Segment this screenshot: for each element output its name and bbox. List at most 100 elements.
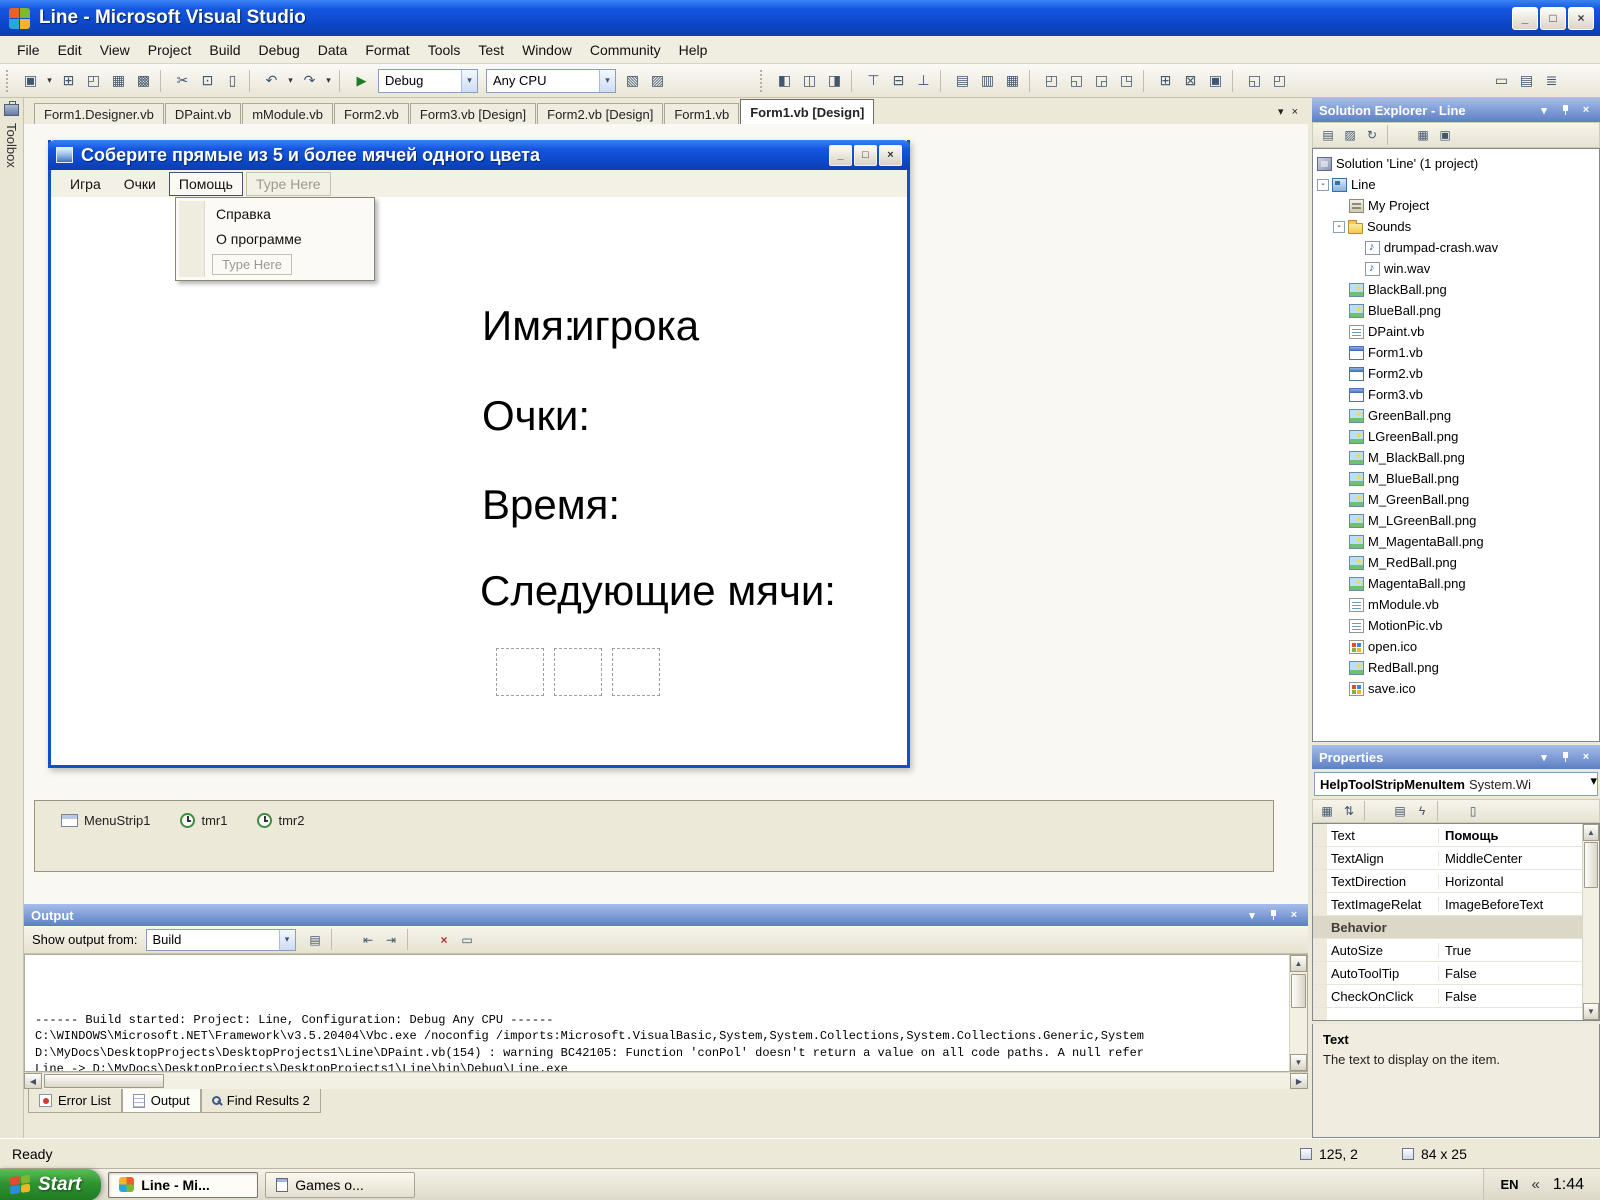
minimize-button[interactable]: _ — [1512, 7, 1538, 30]
menu-item-o-programme[interactable]: О программе — [178, 226, 372, 251]
menu-test[interactable]: Test — [469, 37, 513, 63]
align-centers-icon[interactable]: ◫ — [797, 68, 822, 93]
save-icon[interactable]: ▦ — [106, 68, 131, 93]
menu-project[interactable]: Project — [139, 37, 201, 63]
tray-tmr1[interactable]: tmr1 — [180, 813, 227, 828]
tree-item-win-wav[interactable]: win.wav — [1313, 258, 1599, 279]
picturebox-2[interactable] — [554, 648, 602, 696]
property-row-autosize[interactable]: AutoSizeTrue — [1313, 939, 1582, 962]
tray-collapse-icon[interactable]: « — [1532, 1176, 1540, 1193]
tree-item-drumpad-crash-wav[interactable]: drumpad-crash.wav — [1313, 237, 1599, 258]
tree-item-dpaint-vb[interactable]: DPaint.vb — [1313, 321, 1599, 342]
cut-icon[interactable]: ✂ — [170, 68, 195, 93]
label-imya[interactable]: Имя: — [482, 305, 575, 347]
align-lefts-icon[interactable]: ◧ — [772, 68, 797, 93]
undock-icon[interactable]: ▭ — [1489, 68, 1514, 93]
taskbar-task-line[interactable]: Line - Mi... — [108, 1172, 258, 1198]
full-screen-icon[interactable]: ≣ — [1539, 68, 1564, 93]
form-menu-type-here[interactable]: Type Here — [246, 172, 331, 196]
property-row-textimagerelation[interactable]: TextImageRelatImageBeforeText — [1313, 893, 1582, 916]
copy-icon[interactable]: ⊡ — [195, 68, 220, 93]
tree-item-magentaball-png[interactable]: MagentaBall.png — [1313, 573, 1599, 594]
open-file-icon[interactable]: ◰ — [81, 68, 106, 93]
tree-item-form3-vb[interactable]: Form3.vb — [1313, 384, 1599, 405]
picturebox-3[interactable] — [612, 648, 660, 696]
properties-scrollbar[interactable]: ▲ ▼ — [1582, 824, 1599, 1020]
undo-icon[interactable]: ↶ — [259, 68, 284, 93]
tree-item-m-blueball-png[interactable]: M_BlueBall.png — [1313, 468, 1599, 489]
tray-menustrip1[interactable]: MenuStrip1 — [61, 813, 150, 828]
property-row-textalign[interactable]: TextAlignMiddleCenter — [1313, 847, 1582, 870]
label-igroka[interactable]: игрока — [571, 305, 699, 347]
properties-icon[interactable]: ▤ — [1389, 801, 1411, 821]
tab-find-results-2[interactable]: Find Results 2 — [201, 1089, 321, 1113]
align-tops-icon[interactable]: ⊤ — [861, 68, 886, 93]
menu-window[interactable]: Window — [513, 37, 581, 63]
property-value[interactable]: Horizontal — [1439, 874, 1582, 889]
align-rights-icon[interactable]: ◨ — [822, 68, 847, 93]
panel-close-icon[interactable]: × — [1579, 103, 1593, 117]
tree-item-sounds[interactable]: -Sounds — [1313, 216, 1599, 237]
close-button[interactable]: × — [1568, 7, 1594, 30]
property-value[interactable]: Помощь — [1439, 828, 1582, 843]
panel-menu-icon[interactable]: ▾ — [1537, 750, 1551, 764]
tree-item-m-blackball-png[interactable]: M_BlackBall.png — [1313, 447, 1599, 468]
scroll-up-icon[interactable]: ▲ — [1583, 824, 1599, 841]
alphabetical-icon[interactable]: ⇅ — [1338, 801, 1360, 821]
tree-item-greenball-png[interactable]: GreenBall.png — [1313, 405, 1599, 426]
tab-mmodule-vb[interactable]: mModule.vb — [242, 103, 333, 124]
increase-spacing-icon[interactable]: ◱ — [1064, 68, 1089, 93]
menu-debug[interactable]: Debug — [250, 37, 309, 63]
menu-tools[interactable]: Tools — [419, 37, 470, 63]
tab-form3-vb-design[interactable]: Form3.vb [Design] — [410, 103, 536, 124]
toolbar-grip[interactable] — [6, 70, 14, 92]
tree-item-line[interactable]: -Line — [1313, 174, 1599, 195]
previous-message-icon[interactable]: ⇤ — [357, 929, 380, 950]
tree-item-lgreenball-png[interactable]: LGreenBall.png — [1313, 426, 1599, 447]
active-files-dropdown-icon[interactable]: ▾ — [1278, 105, 1284, 118]
send-to-back-icon[interactable]: ◰ — [1267, 68, 1292, 93]
view-code-icon[interactable]: ▦ — [1412, 125, 1434, 145]
solution-platform-combo[interactable]: Any CPU ▾ — [486, 69, 616, 93]
save-all-icon[interactable]: ▩ — [131, 68, 156, 93]
center-vertically-icon[interactable]: ▣ — [1203, 68, 1228, 93]
form-menu-pomosch[interactable]: Помощь — [169, 172, 243, 196]
label-ochki[interactable]: Очки: — [482, 395, 590, 437]
se-properties-icon[interactable]: ▤ — [1317, 125, 1339, 145]
pin-icon[interactable] — [1558, 750, 1572, 764]
menu-file[interactable]: File — [8, 37, 49, 63]
tab-form1-vb[interactable]: Form1.vb — [664, 103, 739, 124]
form-close-button[interactable]: × — [879, 145, 902, 166]
tab-output[interactable]: Output — [122, 1089, 201, 1113]
tree-item-blueball-png[interactable]: BlueBall.png — [1313, 300, 1599, 321]
horizontal-spacing-icon[interactable]: ◰ — [1039, 68, 1064, 93]
scrollbar-thumb[interactable] — [1291, 974, 1306, 1008]
object-selector-combo[interactable]: HelpToolStripMenuItem System.Wi ▾ — [1314, 772, 1598, 796]
close-document-icon[interactable]: × — [1292, 106, 1298, 118]
tray-tmr2[interactable]: tmr2 — [257, 813, 304, 828]
combo-dropdown-icon[interactable]: ▾ — [1590, 773, 1597, 795]
tab-error-list[interactable]: Error List — [28, 1089, 122, 1113]
tree-item-open-ico[interactable]: open.ico — [1313, 636, 1599, 657]
tree-item-mmodule-vb[interactable]: mModule.vb — [1313, 594, 1599, 615]
bring-to-front-icon[interactable]: ◱ — [1242, 68, 1267, 93]
menu-view[interactable]: View — [91, 37, 139, 63]
form-menu-ochki[interactable]: Очки — [114, 172, 166, 196]
output-vertical-scrollbar[interactable]: ▲ ▼ — [1289, 955, 1307, 1071]
scrollbar-thumb[interactable] — [44, 1074, 164, 1088]
panel-menu-icon[interactable]: ▾ — [1245, 908, 1259, 922]
tab-form1-vb-design[interactable]: Form1.vb [Design] — [740, 99, 874, 124]
output-horizontal-scrollbar[interactable]: ◀ ▶ — [24, 1072, 1308, 1089]
menu-build[interactable]: Build — [200, 37, 249, 63]
tree-expander-icon[interactable]: - — [1317, 179, 1329, 191]
find-in-files-icon[interactable]: ▧ — [620, 68, 645, 93]
tree-expander-icon[interactable]: - — [1333, 221, 1345, 233]
property-value[interactable]: True — [1439, 943, 1582, 958]
form-menu-igra[interactable]: Игра — [60, 172, 111, 196]
next-message-icon[interactable]: ⇥ — [380, 929, 403, 950]
properties-header[interactable]: Properties ▾ × — [1312, 745, 1600, 769]
property-value[interactable]: ImageBeforeText — [1439, 897, 1582, 912]
redo-dropdown-icon[interactable]: ▾ — [322, 68, 335, 93]
tree-item-form1-vb[interactable]: Form1.vb — [1313, 342, 1599, 363]
tab-form2-vb[interactable]: Form2.vb — [334, 103, 409, 124]
